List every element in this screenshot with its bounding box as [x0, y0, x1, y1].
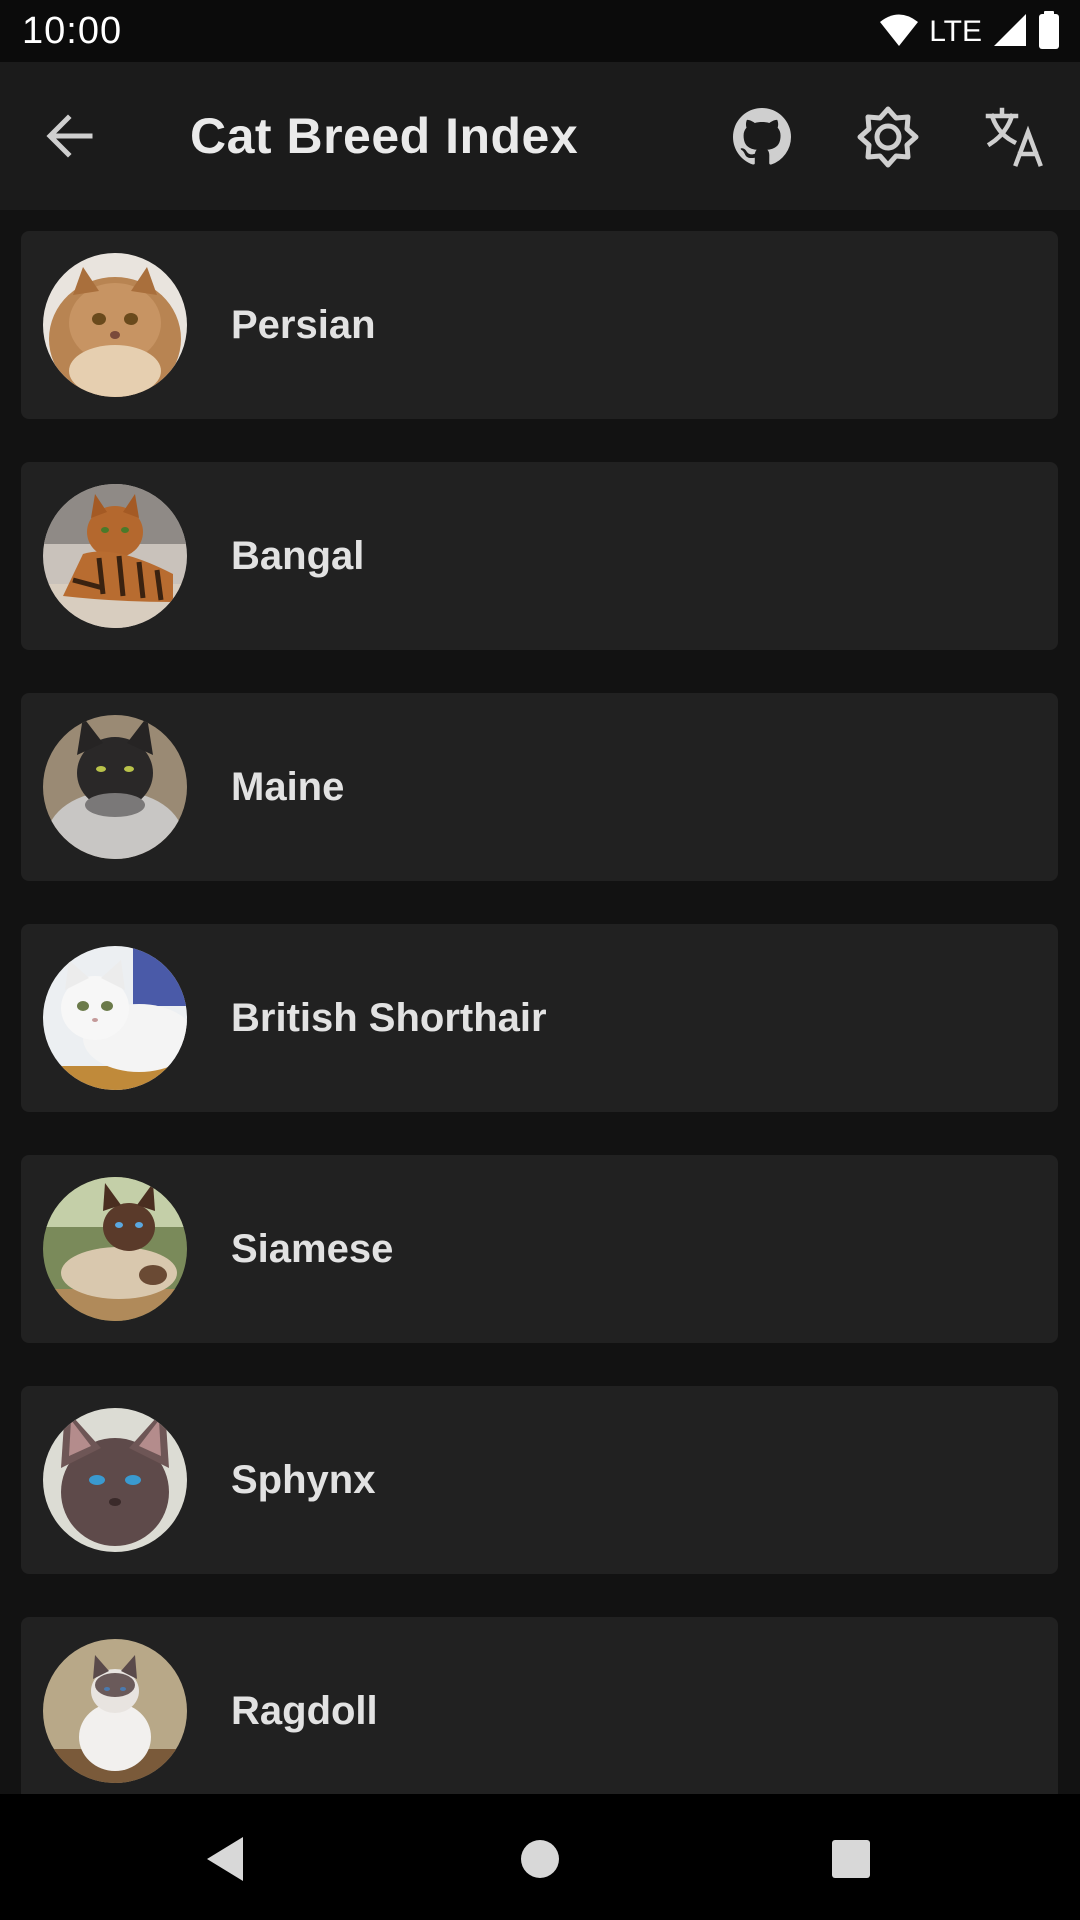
breed-card-british-shorthair[interactable]: British Shorthair	[21, 924, 1058, 1112]
breed-name: Bangal	[231, 534, 365, 578]
status-icons: LTE	[879, 10, 1060, 54]
battery-icon	[1038, 10, 1060, 54]
breed-name: British Shorthair	[231, 996, 547, 1040]
status-time: 10:00	[22, 10, 123, 52]
breed-avatar-persian	[43, 253, 187, 397]
breed-avatar-british-shorthair	[43, 946, 187, 1090]
back-button[interactable]	[40, 106, 100, 166]
network-type-label: LTE	[929, 15, 982, 48]
breed-name: Siamese	[231, 1227, 394, 1271]
brightness-icon	[857, 106, 919, 168]
breed-card-siamese[interactable]: Siamese	[21, 1155, 1058, 1343]
breed-card-sphynx[interactable]: Sphynx	[21, 1386, 1058, 1574]
nav-home-button[interactable]	[505, 1824, 575, 1894]
breed-avatar-maine	[43, 715, 187, 859]
breed-list: Persian Bangal Maine British Shorthair S…	[0, 210, 1080, 1794]
translate-button[interactable]	[980, 102, 1050, 172]
nav-back-icon	[207, 1837, 243, 1881]
nav-recents-icon	[832, 1840, 870, 1878]
system-nav-bar	[0, 1794, 1080, 1920]
signal-icon	[992, 13, 1028, 52]
breed-name: Ragdoll	[231, 1689, 378, 1733]
nav-home-icon	[521, 1840, 559, 1878]
breed-name: Sphynx	[231, 1458, 376, 1502]
nav-recents-button[interactable]	[816, 1824, 886, 1894]
nav-back-button[interactable]	[190, 1824, 260, 1894]
screen: 10:00 LTE Cat Breed Index Persian Bangal…	[0, 0, 1080, 1920]
back-arrow-icon	[46, 114, 93, 158]
brightness-button[interactable]	[853, 102, 923, 172]
breed-card-maine[interactable]: Maine	[21, 693, 1058, 881]
breed-card-bangal[interactable]: Bangal	[21, 462, 1058, 650]
page-title: Cat Breed Index	[190, 108, 579, 164]
translate-icon	[985, 107, 1043, 167]
github-icon	[733, 108, 791, 165]
status-bar: 10:00 LTE	[0, 0, 1080, 62]
breed-name: Maine	[231, 765, 345, 809]
breed-card-persian[interactable]: Persian	[21, 231, 1058, 419]
breed-name: Persian	[231, 303, 376, 347]
breed-card-ragdoll[interactable]: Ragdoll	[21, 1617, 1058, 1794]
breed-avatar-siamese	[43, 1177, 187, 1321]
github-button[interactable]	[727, 102, 797, 172]
app-bar: Cat Breed Index	[0, 62, 1080, 210]
breed-avatar-bangal	[43, 484, 187, 628]
wifi-icon	[879, 13, 919, 52]
breed-avatar-ragdoll	[43, 1639, 187, 1783]
breed-avatar-sphynx	[43, 1408, 187, 1552]
